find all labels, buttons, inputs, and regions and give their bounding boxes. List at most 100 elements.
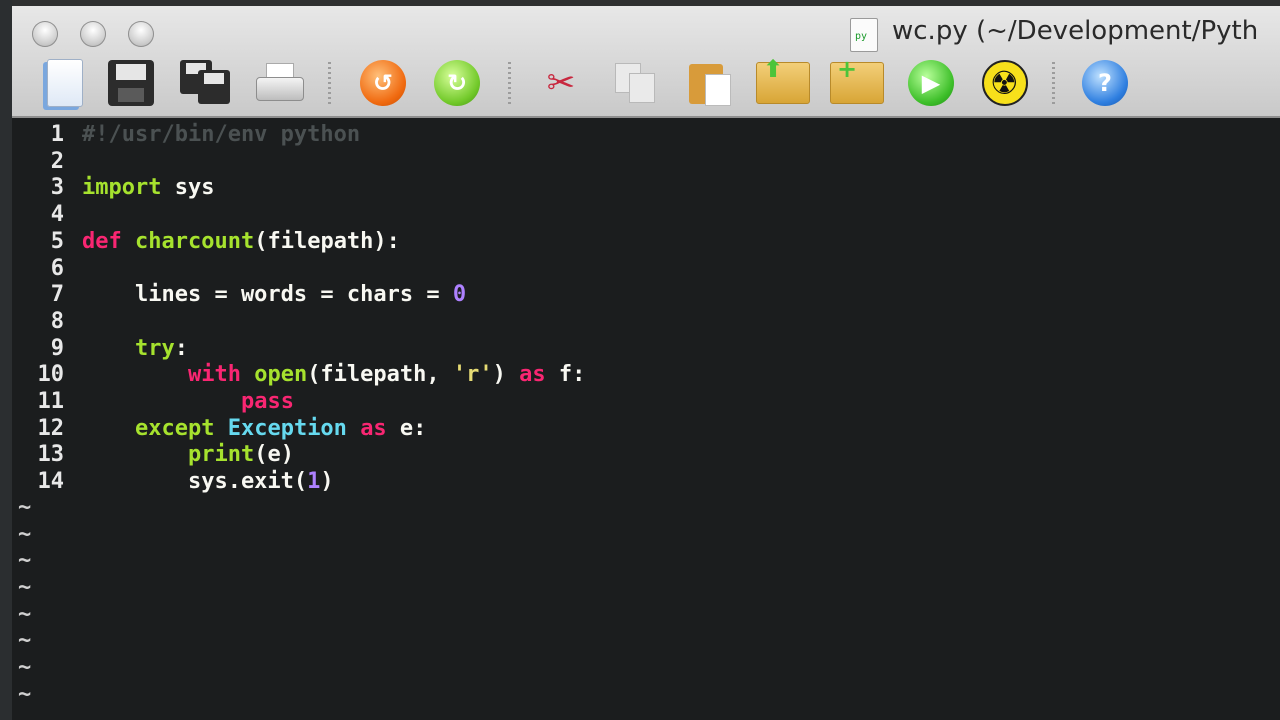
code-token: #!/usr/bin/env python xyxy=(82,122,361,147)
line-number: 14 xyxy=(37,469,65,495)
code-token: except xyxy=(134,415,215,441)
titlebar-top-edge xyxy=(12,0,1280,6)
save-all-button[interactable] xyxy=(178,56,232,110)
line-number: 10 xyxy=(37,362,65,388)
code-token: lines = words = chars = xyxy=(82,282,453,308)
copy-button[interactable] xyxy=(608,56,662,110)
undo-arrow-icon: ↺ xyxy=(360,60,406,106)
toolbar-separator xyxy=(328,62,331,106)
code-text: import sys xyxy=(82,174,214,201)
code-token: 'r' xyxy=(452,362,493,388)
folder-up-icon: ⬆ xyxy=(756,55,810,104)
code-token: (filepath, xyxy=(307,362,453,388)
help-icon: ? xyxy=(1082,60,1128,106)
code-token: as xyxy=(519,362,546,388)
empty-line-marker: ~ xyxy=(18,494,32,520)
floppy-disk-icon xyxy=(108,60,154,106)
line-number: 8 xyxy=(50,308,64,334)
line-number: 7 xyxy=(50,282,64,308)
code-token: (e) xyxy=(254,442,294,468)
code-token: e: xyxy=(386,415,427,441)
run-button[interactable]: ▶ xyxy=(904,56,958,110)
undo-button[interactable]: ↺ xyxy=(356,56,410,110)
code-token: sys xyxy=(161,175,215,201)
empty-line-marker: ~ xyxy=(18,521,32,547)
code-text: print(e) xyxy=(82,441,294,468)
new-document-button[interactable] xyxy=(38,56,92,110)
empty-line-marker: ~ xyxy=(18,601,32,627)
code-token: print xyxy=(187,442,255,468)
line-number: 5 xyxy=(50,228,64,254)
zoom-window-button[interactable] xyxy=(128,21,154,47)
code-token: pass xyxy=(240,389,294,414)
scissors-icon: ✂ xyxy=(546,63,576,103)
line-number: 13 xyxy=(37,442,65,468)
toolbar-separator xyxy=(1052,62,1055,106)
new-document-icon xyxy=(47,59,83,107)
code-editor[interactable]: 1 #!/usr/bin/env python 2 3 import sys 4 5 def … xyxy=(12,118,1280,720)
code-token: (filepath): xyxy=(254,228,400,254)
code-token: f: xyxy=(545,362,586,388)
window-titlebar: wc.py (~/Development/Pyth ↺ ↻ ✂ ⬆ + ▶ xyxy=(12,0,1280,118)
code-text: pass xyxy=(82,388,294,415)
code-text: sys.exit(1) xyxy=(82,468,334,495)
line-number: 9 xyxy=(50,335,64,361)
redo-button[interactable]: ↻ xyxy=(430,56,484,110)
make-button[interactable] xyxy=(978,56,1032,110)
code-token: try xyxy=(134,335,175,361)
code-text: lines = words = chars = 0 xyxy=(82,281,466,308)
empty-line-marker: ~ xyxy=(18,655,32,680)
play-icon: ▶ xyxy=(908,60,954,106)
radiation-icon xyxy=(982,60,1028,106)
code-token: def xyxy=(82,228,122,254)
line-number: 2 xyxy=(50,148,64,174)
help-button[interactable]: ? xyxy=(1078,56,1132,110)
clipboard-icon xyxy=(689,60,731,106)
code-text: try: xyxy=(82,335,188,362)
print-button[interactable] xyxy=(252,56,306,110)
close-window-button[interactable] xyxy=(32,21,58,47)
minimize-window-button[interactable] xyxy=(80,21,106,47)
code-token: ) xyxy=(492,362,520,388)
line-number: 11 xyxy=(37,389,65,414)
code-token: as xyxy=(360,415,387,441)
code-text: except Exception as e: xyxy=(82,415,426,442)
code-token: Exception xyxy=(227,415,347,441)
folder-plus-icon: + xyxy=(830,55,884,104)
cut-button[interactable]: ✂ xyxy=(534,56,588,110)
empty-line-marker: ~ xyxy=(18,548,32,574)
printer-icon xyxy=(256,63,304,103)
redo-arrow-icon: ↻ xyxy=(434,60,480,106)
toolbar-separator xyxy=(508,62,511,106)
load-session-button[interactable]: ⬆ xyxy=(756,55,810,110)
code-token: ) xyxy=(320,469,334,495)
empty-line-marker: ~ xyxy=(18,628,32,654)
window-title: wc.py (~/Development/Pyth xyxy=(892,16,1259,46)
code-token: 0 xyxy=(452,282,467,308)
code-text: with open(filepath, 'r') as f: xyxy=(82,361,585,388)
code-text: #!/usr/bin/env python xyxy=(82,121,360,148)
line-number: 3 xyxy=(50,175,64,201)
floppy-disks-icon xyxy=(180,60,230,106)
code-token: open xyxy=(254,362,308,388)
line-number: 4 xyxy=(50,202,64,228)
code-token: sys.exit( xyxy=(82,469,308,495)
paste-button[interactable] xyxy=(682,56,736,110)
code-token: import xyxy=(82,175,162,201)
copy-icon xyxy=(613,63,657,103)
line-number: 1 xyxy=(50,122,64,147)
new-session-button[interactable]: + xyxy=(830,55,884,110)
code-token: charcount xyxy=(135,228,255,254)
save-button[interactable] xyxy=(104,56,158,110)
line-number: 12 xyxy=(37,415,65,441)
code-token: with xyxy=(187,362,241,388)
window-left-edge xyxy=(0,0,12,720)
code-token: : xyxy=(174,335,188,361)
